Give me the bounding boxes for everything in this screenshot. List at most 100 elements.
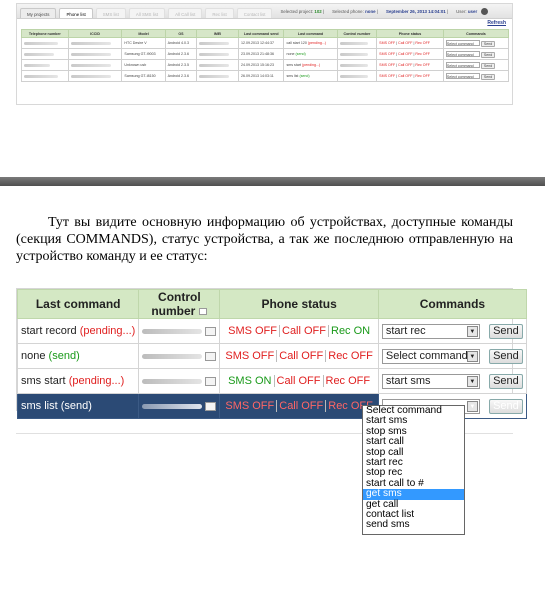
refresh-link[interactable]: Refresh <box>487 20 506 26</box>
col-commands: Commands <box>442 29 510 38</box>
col-control-number: Control number <box>138 289 221 319</box>
table-row[interactable]: Samsung GT-I8150 Android 2.3.6 26.09.201… <box>21 70 510 82</box>
datetime: September 26, 2013 14:04:01 | <box>385 8 449 14</box>
last-command-cell: call start 120 (pending...) <box>283 37 338 49</box>
table-row[interactable]: Unknown usb Android 2.3.5 24.09.2013 15:… <box>21 59 510 71</box>
telephone-cell <box>21 37 69 49</box>
command-select[interactable]: Select command <box>445 61 480 68</box>
user-info: User: user <box>456 8 478 14</box>
dropdown-option[interactable]: start call <box>363 436 464 447</box>
command-select[interactable]: Select command <box>445 72 480 79</box>
control-number-cell <box>336 70 378 82</box>
status-cell: SMS OFF Call OFF Rec ON <box>219 318 379 344</box>
command-select[interactable]: start rec ▼ <box>381 323 480 339</box>
col-phone-status: Phone status <box>376 29 444 38</box>
tab-bar: My projects Phone list SMS list All SMS … <box>17 4 512 19</box>
call-status: Call OFF <box>280 325 329 337</box>
col-last-send: Last command send <box>238 29 285 38</box>
table-row[interactable]: HTC Desire V Android 4.0.3 12.09.2013 12… <box>21 37 510 49</box>
edit-icon[interactable] <box>205 376 217 386</box>
send-button[interactable]: Send <box>488 398 523 414</box>
status-cell: SMS ON Call OFF Rec OFF <box>219 368 379 394</box>
tab-sms-list[interactable]: SMS list <box>95 7 126 18</box>
send-button[interactable]: Send <box>488 323 523 339</box>
dropdown-option-highlighted[interactable]: get sms <box>363 488 464 500</box>
command-select[interactable]: start sms ▼ <box>381 373 480 389</box>
rec-status: Rec ON <box>331 325 371 337</box>
iccid-cell <box>67 59 123 71</box>
telephone-cell <box>21 59 69 71</box>
send-button[interactable]: Send <box>488 373 523 389</box>
note-icon <box>199 308 208 316</box>
tab-all-sms-list[interactable]: All SMS list <box>128 7 166 18</box>
table-row[interactable]: none (send) SMS OFF Call OFF Rec OFF Selec… <box>16 343 527 369</box>
send-button[interactable]: Send <box>480 40 496 47</box>
control-number-cell <box>138 318 221 344</box>
sms-status: SMS OFF <box>223 400 278 412</box>
tab-contact-list[interactable]: Contact list <box>236 7 273 18</box>
control-number-cell <box>138 368 221 394</box>
rec-status: Rec OFF <box>325 375 371 387</box>
col-model: Model <box>121 29 166 38</box>
commands-cell: start sms ▼ Send <box>377 368 527 394</box>
date-cell: 26.09.2013 14:03:11 <box>238 70 285 82</box>
model-cell: Unknown usb <box>121 59 166 71</box>
last-command-cell: sms start (pending...) <box>16 368 140 394</box>
command-select[interactable]: Select command▼ <box>381 348 480 364</box>
control-number-cell <box>336 59 378 71</box>
os-cell: Android 4.0.3 <box>164 37 198 49</box>
send-button[interactable]: Send <box>480 51 496 58</box>
control-number-cell <box>138 343 221 369</box>
edit-icon[interactable] <box>205 326 217 336</box>
command-select[interactable]: Select command <box>445 39 480 46</box>
col-last-command: Last command <box>283 29 338 38</box>
col-last-command: Last command <box>16 289 140 319</box>
send-button[interactable]: Send <box>480 62 496 69</box>
table-row[interactable]: start record (pending...) SMS OFF Call OF… <box>16 318 527 344</box>
control-number-cell <box>138 393 221 419</box>
model-cell: HTC Desire V <box>121 37 166 49</box>
col-control-number: Control number <box>336 29 378 38</box>
command-select[interactable]: Select command <box>445 50 480 57</box>
os-cell: Android 2.3.6 <box>164 70 198 82</box>
send-button[interactable]: Send <box>488 348 523 364</box>
table-row[interactable]: Samsung GT-I9003 Android 2.3.6 23.09.201… <box>21 48 510 60</box>
edit-icon[interactable] <box>205 351 217 361</box>
tab-my-projects[interactable]: My projects <box>20 7 57 18</box>
col-phone-status: Phone status <box>219 289 379 319</box>
command-dropdown[interactable]: Select command start sms stop sms start … <box>362 405 465 535</box>
chevron-down-icon[interactable]: ▼ <box>466 350 478 362</box>
dropdown-option[interactable]: send sms <box>363 519 464 530</box>
description-paragraph: Тут вы видите основную информацию об уст… <box>16 215 513 264</box>
selected-project: Selected project: 102 | <box>280 8 325 14</box>
status-cell: SMS OFF | Call OFF | Rec OFF <box>376 59 444 71</box>
chevron-down-icon[interactable]: ▼ <box>466 375 478 387</box>
date-cell: 12.09.2013 12:44:37 <box>238 37 285 49</box>
call-status: Call OFF <box>277 400 327 412</box>
commands-cell: Select command Send <box>442 70 510 82</box>
tab-all-call-list[interactable]: All Call list <box>168 7 203 18</box>
iccid-cell <box>67 70 123 82</box>
call-status: Call OFF <box>275 375 324 387</box>
chevron-down-icon[interactable]: ▼ <box>466 400 478 412</box>
os-cell: Android 2.3.6 <box>164 48 198 60</box>
edit-icon[interactable] <box>205 401 217 411</box>
os-cell: Android 2.3.5 <box>164 59 198 71</box>
commands-cell: Select command Send <box>442 48 510 60</box>
send-button[interactable]: Send <box>480 73 496 80</box>
col-telephone: Telephone number <box>21 29 69 38</box>
imei-cell <box>196 59 240 71</box>
table-row[interactable]: sms start (pending...) SMS ON Call OFF Rec… <box>16 368 527 394</box>
tab-rec-list[interactable]: Rec list <box>205 7 234 18</box>
commands-cell: Select command Send <box>442 59 510 71</box>
tab-phone-list[interactable]: Phone list <box>59 7 93 18</box>
table-header: Telephone number ICCID Model OS IMEI Las… <box>21 29 510 38</box>
status-cell: SMS OFF | Call OFF | Rec OFF <box>376 70 444 82</box>
col-os: OS <box>164 29 198 38</box>
model-cell: Samsung GT-I9003 <box>121 48 166 60</box>
last-command-cell: sms list (send) <box>16 393 140 419</box>
chevron-down-icon[interactable]: ▼ <box>466 325 478 337</box>
date-cell: 23.09.2013 21:48:36 <box>238 48 285 60</box>
user-icon[interactable] <box>481 7 489 15</box>
control-number-cell <box>336 48 378 60</box>
